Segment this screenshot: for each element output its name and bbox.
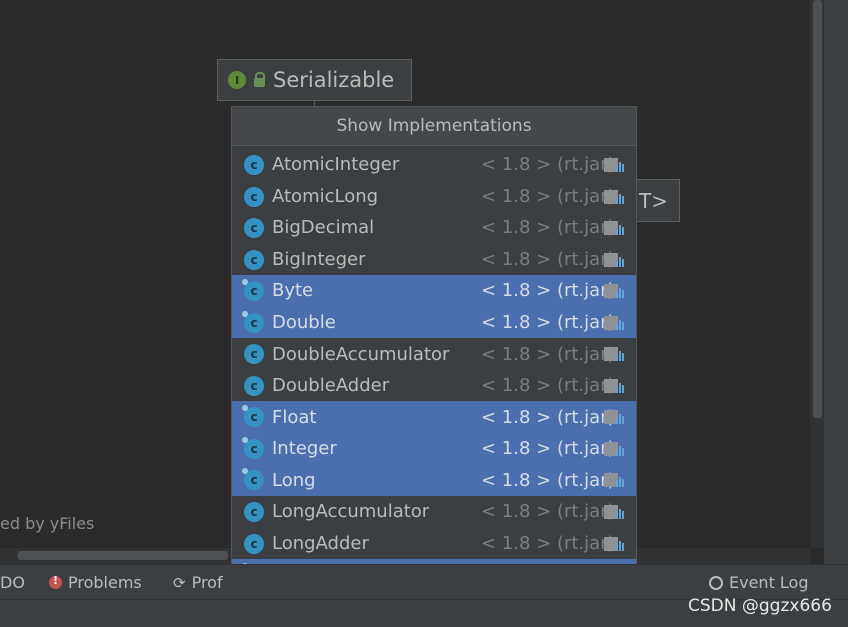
profiler-icon: ⟳ xyxy=(173,573,186,592)
class-icon: c xyxy=(242,436,264,459)
event-log-label: Event Log xyxy=(729,573,809,592)
implementation-library: < 1.8 > (rt.jar) xyxy=(481,438,615,460)
event-log-tab[interactable]: Event Log xyxy=(709,573,809,592)
vertical-scroll-thumb[interactable] xyxy=(813,0,822,418)
implementation-row[interactable]: c DoubleAccumulator < 1.8 > (rt.jar) xyxy=(232,338,636,370)
library-icon xyxy=(604,408,626,425)
implementation-row[interactable]: c BigDecimal < 1.8 > (rt.jar) xyxy=(232,212,636,244)
todo-tab-label: DO xyxy=(0,573,25,592)
problems-tab[interactable]: Problems xyxy=(49,573,142,592)
profiler-tab-label: Prof xyxy=(191,573,223,592)
class-icon: c xyxy=(244,502,264,523)
implementation-name: AtomicLong xyxy=(272,185,379,207)
implementation-row[interactable]: c AtomicInteger < 1.8 > (rt.jar) xyxy=(232,149,636,181)
implementation-library: < 1.8 > (rt.jar) xyxy=(481,280,615,302)
library-icon xyxy=(604,314,626,331)
implementation-row[interactable]: c BigInteger < 1.8 > (rt.jar) xyxy=(232,244,636,276)
generic-node-label: T> xyxy=(639,188,668,213)
serializable-node[interactable]: I Serializable xyxy=(217,59,412,101)
implementation-name: Byte xyxy=(272,280,314,302)
class-icon: c xyxy=(244,249,264,270)
library-icon xyxy=(604,251,626,268)
library-icon xyxy=(604,503,626,520)
implementation-name: BigDecimal xyxy=(272,217,375,239)
implementation-name: LongAccumulator xyxy=(272,501,430,523)
serializable-node-label: Serializable xyxy=(273,68,395,92)
class-icon: c xyxy=(242,310,264,333)
interface-icon: I xyxy=(228,71,246,89)
class-icon: c xyxy=(244,155,264,175)
implementation-library: < 1.8 > (rt.jar) xyxy=(481,312,615,333)
implementation-library: < 1.8 > (rt.jar) xyxy=(481,501,615,523)
implementation-name: DoubleAccumulator xyxy=(272,343,450,365)
event-log-icon xyxy=(709,575,723,590)
class-icon: c xyxy=(244,218,264,239)
implementation-library: < 1.8 > (rt.jar) xyxy=(481,406,615,428)
library-icon xyxy=(604,377,626,394)
library-icon xyxy=(604,440,626,457)
class-icon: c xyxy=(242,279,264,302)
library-icon xyxy=(604,471,626,488)
profiler-tab[interactable]: ⟳ Prof xyxy=(173,573,223,592)
generic-node[interactable]: T> xyxy=(634,179,680,222)
popup-title: Show Implementations xyxy=(232,107,636,146)
horizontal-scroll-thumb[interactable] xyxy=(18,551,228,560)
implementation-row[interactable]: c LongAdder < 1.8 > (rt.jar) xyxy=(232,528,636,560)
implementation-library: < 1.8 > (rt.jar) xyxy=(481,532,615,554)
implementation-library: < 1.8 > (rt.jar) xyxy=(481,375,615,397)
implementation-library: < 1.8 > (rt.jar) xyxy=(481,217,615,239)
class-icon: c xyxy=(244,533,264,554)
right-tool-strip xyxy=(824,0,848,626)
implementation-row[interactable]: c LongAccumulator < 1.8 > (rt.jar) xyxy=(232,496,636,528)
popup-title-text: Show Implementations xyxy=(336,116,532,136)
library-icon xyxy=(604,156,626,173)
show-implementations-popup: Show Implementations c AtomicInteger < 1.8… xyxy=(231,106,637,626)
class-icon: c xyxy=(244,344,264,365)
implementation-library: < 1.8 > (rt.jar) xyxy=(481,248,615,270)
implementation-name: AtomicInteger xyxy=(272,154,400,176)
problems-tab-label: Problems xyxy=(68,573,142,592)
implementation-row[interactable]: c AtomicLong < 1.8 > (rt.jar) xyxy=(232,181,636,213)
implementation-row[interactable]: c Byte < 1.8 > (rt.jar) xyxy=(232,275,636,307)
library-icon xyxy=(604,535,626,552)
class-icon: c xyxy=(244,186,264,207)
implementation-library: < 1.8 > (rt.jar) xyxy=(481,154,615,176)
implementation-row[interactable]: c DoubleAdder < 1.8 > (rt.jar) xyxy=(232,370,636,402)
implementation-library: < 1.8 > (rt.jar) xyxy=(481,343,615,365)
implementation-name: Long xyxy=(272,469,316,491)
library-icon xyxy=(604,219,626,236)
library-icon xyxy=(604,345,626,362)
library-icon xyxy=(604,188,626,205)
implementation-library: < 1.8 > (rt.jar) xyxy=(481,185,615,207)
implementation-row[interactable]: c Float < 1.8 > (rt.jar) xyxy=(232,401,636,433)
implementation-row[interactable]: c Double < 1.8 > (rt.jar) xyxy=(232,306,636,339)
powered-by-label: ed by yFiles xyxy=(0,514,95,533)
implementation-name: Float xyxy=(272,406,317,428)
implementation-library: < 1.8 > (rt.jar) xyxy=(481,469,615,491)
implementation-name: Integer xyxy=(272,438,337,460)
implementations-list: c AtomicInteger < 1.8 > (rt.jar) c AtomicLon… xyxy=(232,149,636,622)
todo-tab[interactable]: DO xyxy=(0,573,25,592)
implementation-row[interactable]: c Integer < 1.8 > (rt.jar) xyxy=(232,432,636,465)
implementation-row[interactable]: c Long < 1.8 > (rt.jar) xyxy=(232,464,636,497)
implementation-name: DoubleAdder xyxy=(272,375,390,397)
lock-icon xyxy=(254,72,265,87)
implementation-name: BigInteger xyxy=(272,248,366,270)
watermark: CSDN @ggzx666 xyxy=(688,596,832,616)
library-icon xyxy=(604,282,626,299)
class-icon: c xyxy=(242,405,264,428)
implementation-name: LongAdder xyxy=(272,532,369,554)
class-icon: c xyxy=(244,375,264,396)
class-icon: c xyxy=(242,468,264,491)
problems-icon xyxy=(49,574,62,589)
implementation-name: Double xyxy=(272,312,336,333)
